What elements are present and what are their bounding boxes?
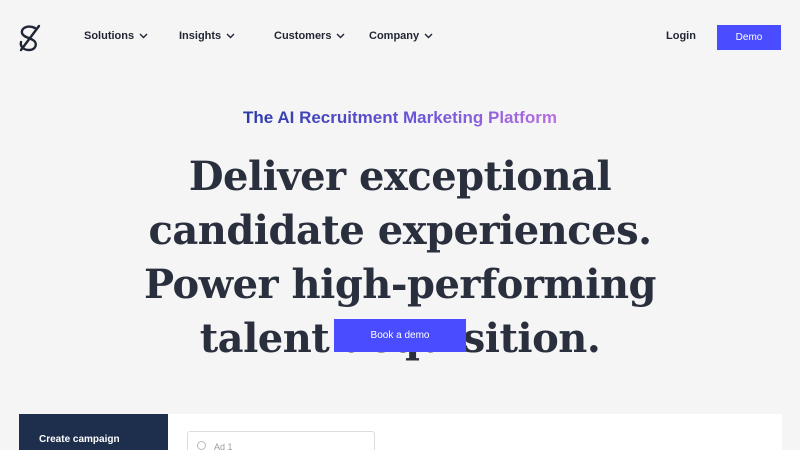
- nav-company-label: Company: [369, 30, 420, 42]
- brand-logo-icon[interactable]: [17, 24, 43, 52]
- nav-customers[interactable]: Customers: [274, 30, 345, 42]
- create-campaign-item[interactable]: Create campaign: [39, 434, 120, 445]
- hero-tagline-text: The AI Recruitment Marketing Platform: [243, 108, 557, 127]
- chevron-down-icon: [139, 33, 148, 39]
- book-demo-button[interactable]: Book a demo: [334, 319, 466, 352]
- chevron-down-icon: [424, 33, 433, 39]
- nav-insights[interactable]: Insights: [179, 30, 235, 42]
- chevron-down-icon: [226, 33, 235, 39]
- nav-company[interactable]: Company: [369, 30, 433, 42]
- ad-option[interactable]: Ad 1: [187, 431, 375, 450]
- nav-customers-label: Customers: [274, 30, 332, 42]
- preview-sidebar: Create campaign: [19, 414, 168, 450]
- chevron-down-icon: [336, 33, 345, 39]
- ad-option-label: Ad 1: [214, 442, 233, 450]
- top-navigation: Solutions Insights Customers Company Log…: [0, 0, 800, 76]
- nav-solutions[interactable]: Solutions: [84, 30, 148, 42]
- demo-button[interactable]: Demo: [717, 25, 781, 50]
- login-link[interactable]: Login: [666, 30, 696, 42]
- hero-tagline: The AI Recruitment Marketing Platform: [0, 108, 800, 128]
- preview-content: Ad 1: [168, 414, 782, 450]
- nav-insights-label: Insights: [179, 30, 222, 42]
- radio-icon[interactable]: [197, 441, 206, 450]
- nav-solutions-label: Solutions: [84, 30, 135, 42]
